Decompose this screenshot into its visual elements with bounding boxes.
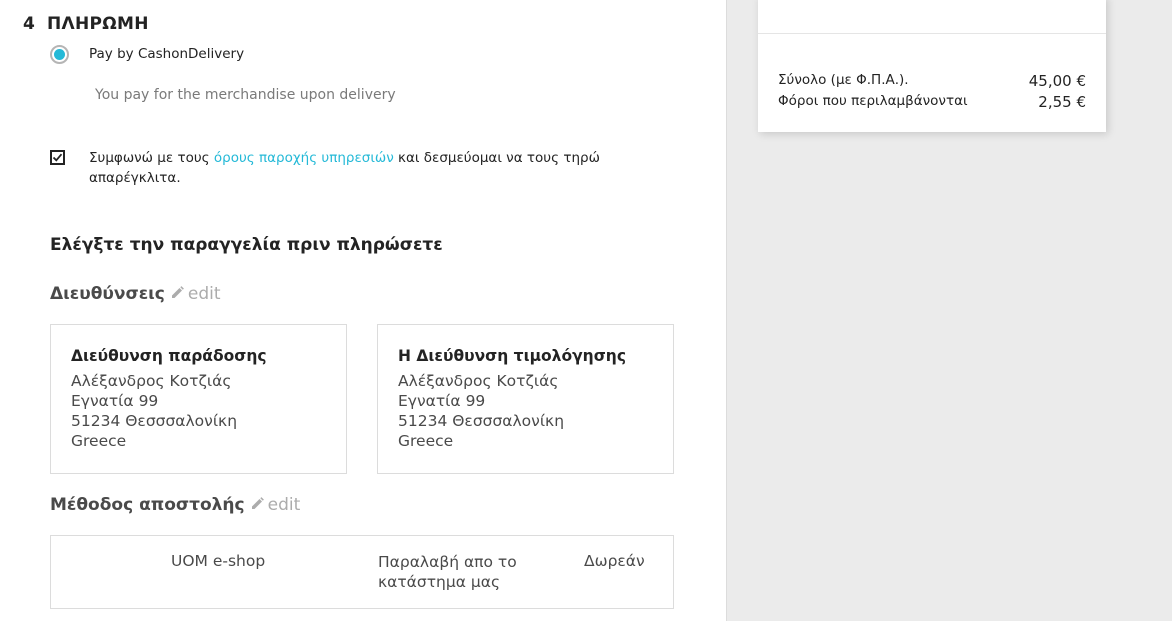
cod-option-label[interactable]: Pay by CashonDelivery [89,46,244,62]
cart-summary-card: Σύνολο (με Φ.Π.Α.). 45,00 € Φόροι που πε… [758,0,1106,132]
step-label: ΠΛΗΡΩΜΗ [47,14,149,34]
delivery-address-heading: Διεύθυνση παράδοσης [71,347,267,365]
shipping-method-row: UOM e-shop Παραλαβή απο το κατάστημα μας… [50,535,674,609]
invoice-address-line: 51234 Θεσσσαλονίκη [398,412,565,430]
addresses-title-text: Διευθύνσεις [50,284,165,304]
taxes-value: 2,55 € [1038,93,1086,111]
total-label: Σύνολο (με Φ.Π.Α.). [778,72,909,88]
carrier-delay: Παραλαβή απο το κατάστημα μας [378,553,517,591]
review-title: Ελέγξτε την παραγγελία πριν πληρώσετε [50,235,443,255]
carrier-price: Δωρεάν [584,552,645,570]
terms-link[interactable]: όρους παροχής υπηρεσιών [214,150,394,166]
payment-step-title[interactable]: 4 ΠΛΗΡΩΜΗ [23,14,149,34]
delivery-address-line: Αλέξανδρος Κοτζιάς [71,372,232,390]
total-value: 45,00 € [1028,72,1086,90]
cod-description: You pay for the merchandise upon deliver… [95,87,396,103]
delivery-address-line: Εγνατία 99 [71,392,159,410]
shipping-title: Μέθοδος αποστολής edit [50,495,300,515]
radio-selected-dot [54,49,65,60]
pencil-icon[interactable] [171,284,184,304]
total-row: Σύνολο (με Φ.Π.Α.). 45,00 € [778,72,1086,90]
delivery-address-card: Διεύθυνση παράδοσης Αλέξανδρος Κοτζιάς Ε… [50,324,347,474]
addresses-title: Διευθύνσεις edit [50,284,221,304]
checkmark-icon [52,153,63,162]
terms-text-before: Συμφωνώ με τους [89,150,214,166]
cod-radio[interactable] [50,45,69,64]
carrier-name: UOM e-shop [171,552,266,570]
taxes-label: Φόροι που περιλαμβάνονται [778,93,968,109]
invoice-address-line: Αλέξανδρος Κοτζιάς [398,372,559,390]
terms-text: Συμφωνώ με τους όρους παροχής υπηρεσιών … [89,148,609,188]
invoice-address-heading: Η Διεύθυνση τιμολόγησης [398,347,627,365]
invoice-address-line: Εγνατία 99 [398,392,486,410]
checkout-main: 4 ΠΛΗΡΩΜΗ Pay by CashonDelivery You pay f… [0,0,726,621]
addresses-edit-link[interactable]: edit [188,284,221,304]
delivery-address-line: Greece [71,432,127,450]
invoice-address-line: Greece [398,432,454,450]
order-summary-sidebar: Σύνολο (με Φ.Π.Α.). 45,00 € Φόροι που πε… [726,0,1172,621]
pencil-icon[interactable] [251,495,264,515]
terms-checkbox[interactable] [50,150,65,165]
shipping-title-text: Μέθοδος αποστολής [50,495,245,515]
shipping-edit-link[interactable]: edit [268,495,301,515]
taxes-row: Φόροι που περιλαμβάνονται 2,55 € [778,93,1086,111]
invoice-address-card: Η Διεύθυνση τιμολόγησης Αλέξανδρος Κοτζι… [377,324,674,474]
step-number: 4 [23,14,36,34]
summary-divider [758,33,1106,34]
delivery-address-line: 51234 Θεσσσαλονίκη [71,412,238,430]
